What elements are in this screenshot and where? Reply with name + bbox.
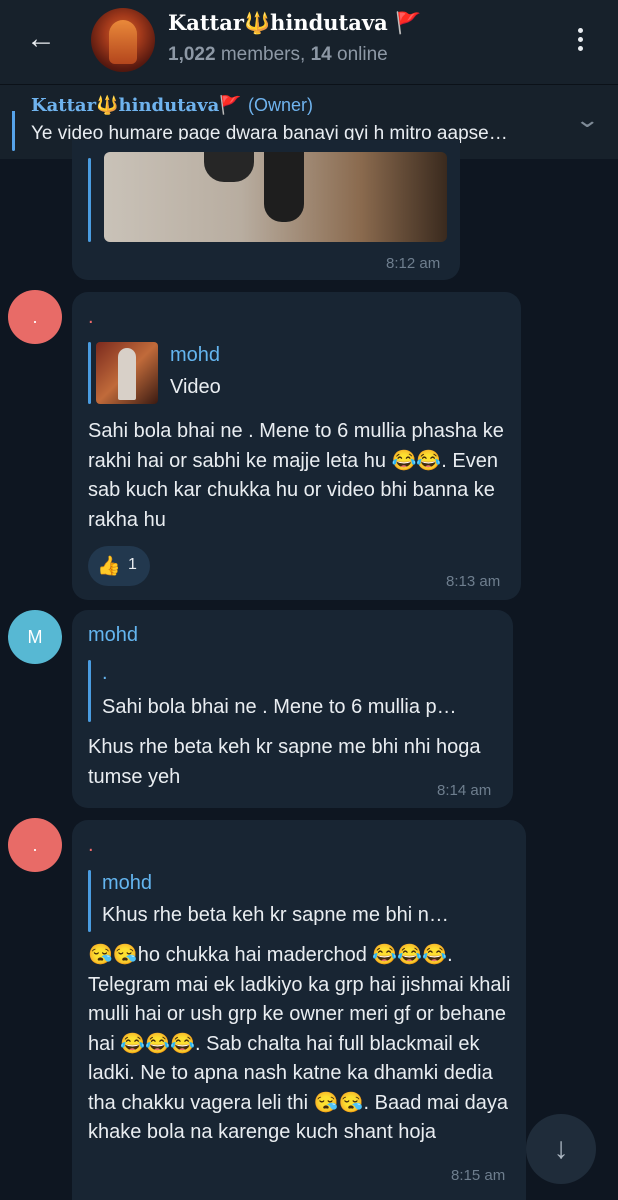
group-name-part2: hindutava: [270, 10, 388, 35]
reply-sender[interactable]: .: [102, 662, 108, 685]
reply-sender[interactable]: mohd: [170, 344, 220, 367]
reaction-count: 1: [128, 556, 137, 573]
thumbnail-figure: [118, 348, 136, 400]
message-time: 8:13 am: [446, 573, 501, 590]
pinned-indicator-gap: [12, 93, 15, 111]
arrow-left-icon[interactable]: ←: [26, 24, 56, 54]
reply-sender[interactable]: mohd: [102, 872, 152, 895]
reply-text: Khus rhe beta keh kr sapne me bhi n…: [102, 904, 449, 926]
reply-thumbnail: [96, 342, 158, 404]
message-text: 😪😪ho chukka hai maderchod 😂😂😂. Telegram …: [88, 944, 511, 1143]
more-vertical-icon[interactable]: [570, 28, 590, 56]
chat-header: ← Kattar🔱hindutava 🚩 1,022 members, 14 o…: [0, 0, 618, 84]
chevron-down-icon[interactable]: ⌄: [574, 107, 600, 133]
reply-bar: [88, 660, 91, 722]
flag-emoji: 🚩: [219, 95, 242, 116]
group-name-part1: Kattar: [168, 10, 244, 35]
reply-bar: [88, 870, 91, 932]
pinned-sender-part2: hindutava: [118, 95, 220, 116]
sender-name[interactable]: .: [88, 834, 94, 857]
group-avatar[interactable]: [91, 8, 155, 72]
thumbs-up-icon: 👍: [97, 556, 121, 577]
arrow-down-icon[interactable]: ↓: [526, 1114, 596, 1184]
video-frame-shape: [264, 152, 304, 222]
reply-bar: [88, 342, 91, 404]
group-title[interactable]: Kattar🔱hindutava 🚩: [168, 10, 421, 36]
members-count: 1,022: [168, 44, 216, 65]
reply-text: Video: [170, 376, 221, 398]
online-count: 14: [310, 44, 332, 65]
avatar[interactable]: .: [8, 290, 62, 344]
pinned-sender-part1: Kattar: [31, 95, 97, 116]
message-time: 8:14 am: [437, 782, 492, 799]
trident-emoji: 🔱: [96, 95, 119, 116]
avatar-figure: [109, 20, 137, 64]
avatar[interactable]: .: [8, 818, 62, 872]
reply-bar: [88, 158, 91, 242]
video-thumbnail[interactable]: [104, 152, 447, 242]
message-time: 8:12 am: [386, 255, 441, 272]
message-text: Sahi bola bhai ne . Mene to 6 mullia pha…: [88, 420, 504, 531]
reply-text: Sahi bola bhai ne . Mene to 6 mullia p…: [102, 696, 457, 718]
sender-name[interactable]: .: [88, 306, 94, 329]
flag-emoji: 🚩: [395, 10, 422, 35]
avatar[interactable]: M: [8, 610, 62, 664]
video-frame-shape: [204, 152, 254, 182]
online-label: online: [337, 44, 388, 65]
pinned-role: (Owner): [248, 95, 314, 115]
trident-emoji: 🔱: [243, 10, 271, 35]
message-time: 8:15 am: [451, 1167, 506, 1184]
sender-name[interactable]: mohd: [88, 624, 138, 647]
members-label: members,: [220, 44, 306, 65]
pinned-sender: Kattar🔱hindutava🚩 (Owner): [31, 95, 313, 116]
group-subtitle: 1,022 members, 14 online: [168, 44, 388, 66]
reaction-chip[interactable]: 👍 1: [88, 546, 150, 586]
